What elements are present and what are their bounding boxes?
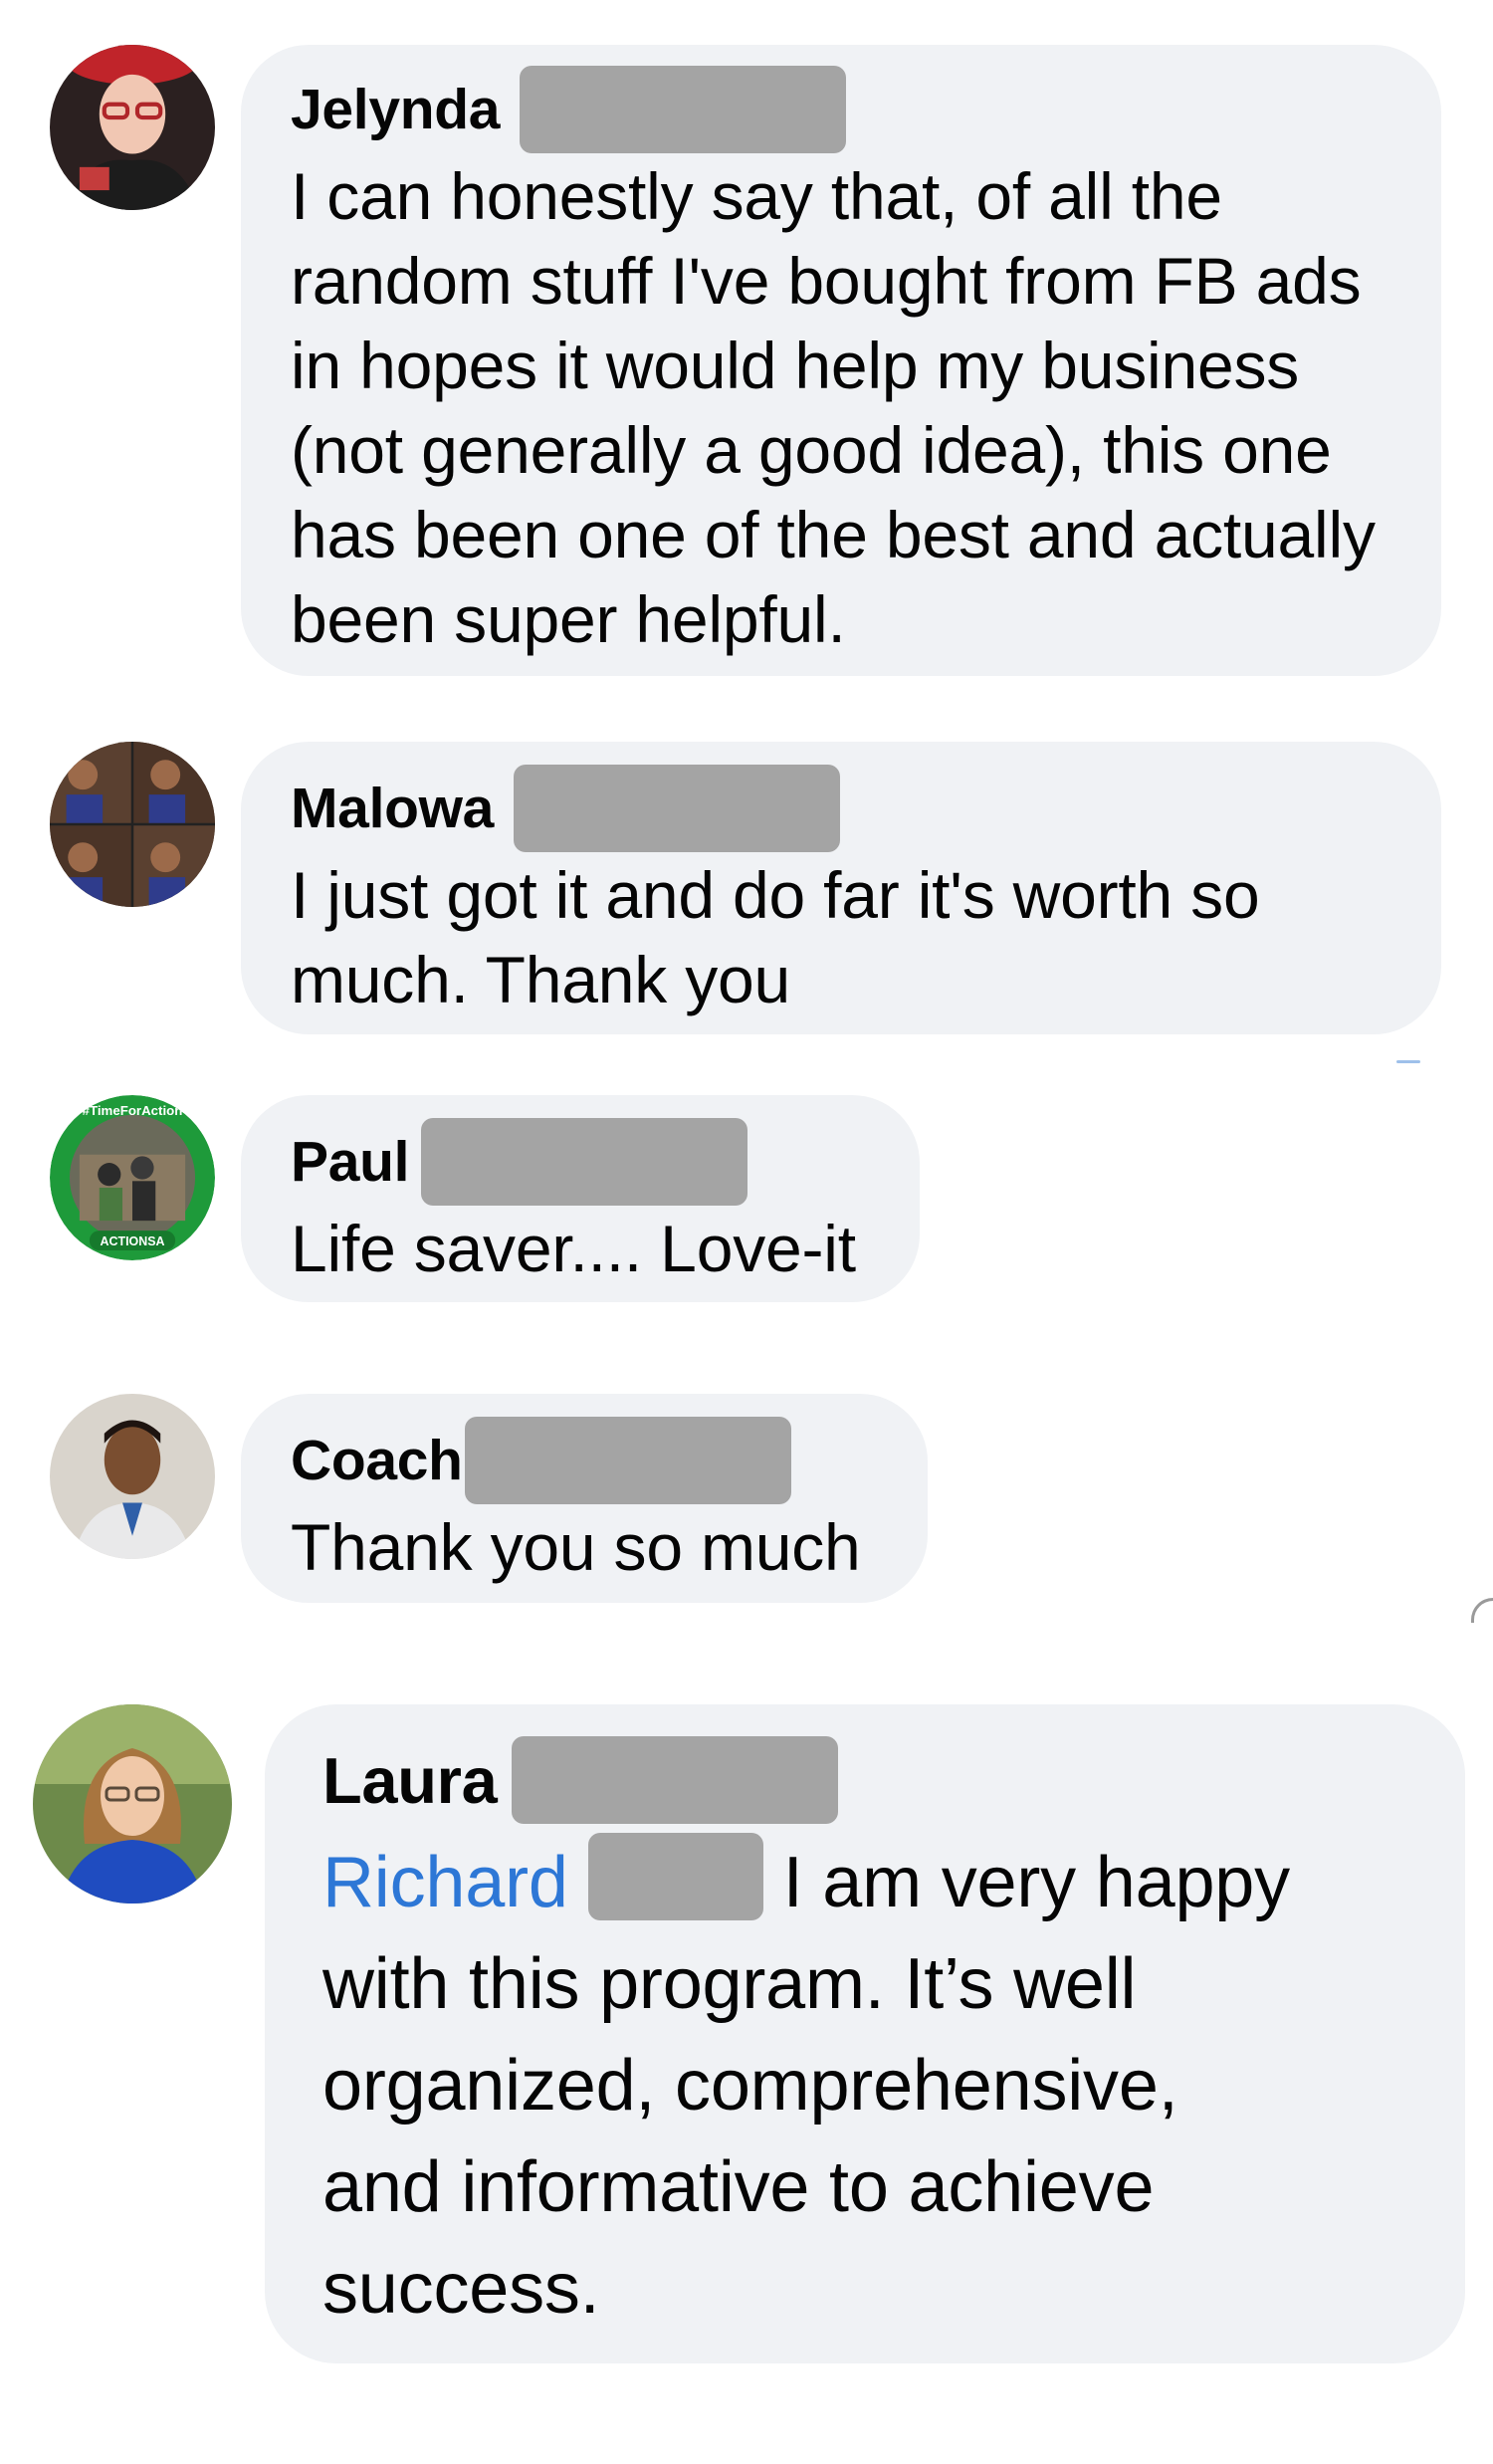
svg-text:ACTIONSA: ACTIONSA	[101, 1234, 165, 1248]
comment-text: Thank you so much	[291, 1510, 861, 1584]
jelynda-photo-icon	[50, 45, 215, 210]
svg-text:#TimeForAction: #TimeForAction	[83, 1103, 183, 1118]
comment-text: Life saver.... Love-it	[291, 1212, 856, 1285]
redacted-surname	[520, 66, 847, 153]
edge-artifact	[1396, 1060, 1420, 1063]
malowa-photo-collage-icon	[50, 742, 215, 907]
comment-bubble-laura: Laura Richard I am very happy with this p…	[265, 1704, 1465, 2363]
redacted-surname	[464, 1417, 791, 1504]
comment-bubble-malowa: Malowa I just got it and do far it's wor…	[241, 742, 1441, 1034]
comment-text: I just got it and do far it's worth so m…	[291, 858, 1260, 1016]
redacted-surname	[421, 1118, 748, 1206]
coach-photo-icon	[50, 1394, 215, 1559]
comment-text-first-line: I am very happy	[782, 1843, 1290, 1922]
paul-action-badge-icon: #TimeForAction ACTIONSA	[50, 1095, 215, 1260]
avatar-malowa[interactable]	[50, 742, 215, 907]
comment-author[interactable]: Laura	[322, 1743, 498, 1818]
comment-bubble-jelynda: Jelynda I can honestly say that, of all …	[241, 45, 1441, 676]
redacted-surname	[514, 765, 841, 852]
comment-author[interactable]: Paul	[291, 1129, 409, 1195]
avatar-coach[interactable]	[50, 1394, 215, 1559]
laura-photo-icon	[33, 1704, 232, 1904]
comment-author[interactable]: Malowa	[291, 776, 494, 841]
avatar-jelynda[interactable]	[50, 45, 215, 210]
redacted-surname	[511, 1736, 838, 1824]
comment-author[interactable]: Coach	[291, 1428, 463, 1493]
comment-text: Richard I am very happy with this program…	[322, 1832, 1425, 2340]
comment-author[interactable]: Jelynda	[291, 77, 500, 142]
edge-artifact	[1471, 1598, 1493, 1623]
avatar-laura[interactable]	[33, 1704, 232, 1904]
comment-bubble-coach: Coach Thank you so much	[241, 1394, 928, 1603]
redacted-mention-surname	[587, 1833, 763, 1920]
avatar-paul[interactable]: #TimeForAction ACTIONSA	[50, 1095, 215, 1260]
comment-bubble-paul: Paul Life saver.... Love-it	[241, 1095, 920, 1302]
comment-text-rest: with this program. It’s well organized, …	[322, 1944, 1178, 2329]
comment-text: I can honestly say that, of all the rand…	[291, 159, 1376, 656]
mention-link[interactable]: Richard	[322, 1843, 568, 1922]
